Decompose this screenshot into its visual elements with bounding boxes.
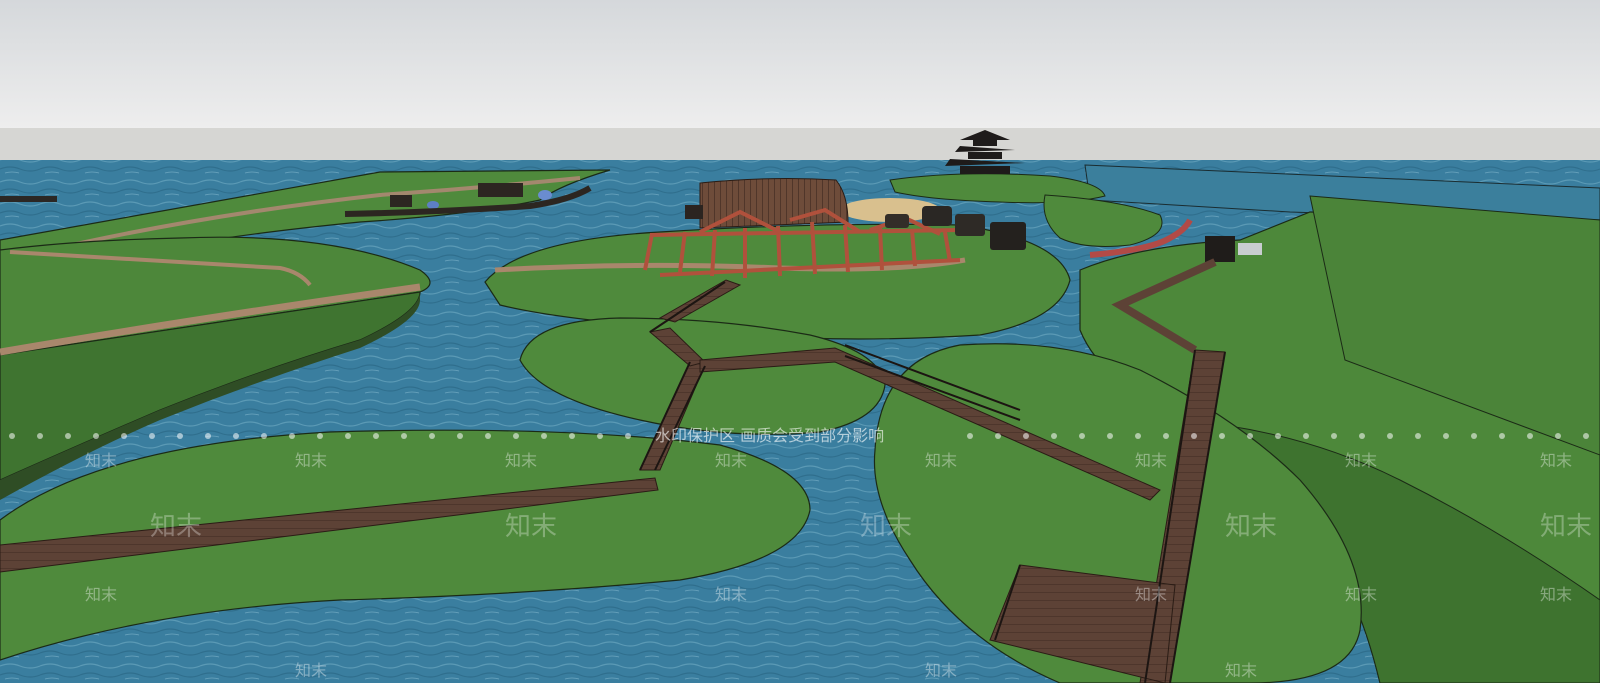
watermark-mark: 知末 bbox=[1345, 451, 1377, 470]
pavilion-gable bbox=[685, 205, 703, 219]
watermark-mark-large: 知末 bbox=[1225, 512, 1277, 542]
far-left-building bbox=[478, 183, 523, 197]
right-gate-sign bbox=[1238, 243, 1262, 255]
left-edge-object bbox=[0, 196, 57, 202]
watermark-mark: 知末 bbox=[715, 585, 747, 604]
watermark-mark: 知末 bbox=[295, 451, 327, 470]
cluster-building-2 bbox=[955, 214, 985, 236]
sky bbox=[0, 0, 1600, 130]
cluster-building-1 bbox=[922, 206, 952, 226]
watermark-mark: 知末 bbox=[85, 451, 117, 470]
watermark-mark-large: 知末 bbox=[150, 512, 202, 542]
cluster-building-3 bbox=[990, 222, 1026, 250]
watermark-mark: 知末 bbox=[925, 451, 957, 470]
watermark-mark: 知末 bbox=[1540, 451, 1572, 470]
cluster-building-4 bbox=[885, 214, 909, 228]
watermark-notice: 水印保护区 画质会受到部分影响 bbox=[655, 426, 884, 445]
blue-dome-1 bbox=[427, 201, 439, 209]
watermark-mark: 知末 bbox=[925, 661, 957, 680]
watermark-mark: 知末 bbox=[505, 451, 537, 470]
watermark-mark: 知末 bbox=[1345, 585, 1377, 604]
watermark-mark: 知末 bbox=[295, 661, 327, 680]
right-gate bbox=[1205, 236, 1235, 262]
blue-dome-2 bbox=[538, 190, 552, 200]
watermark-mark: 知末 bbox=[715, 451, 747, 470]
watermark-mark-large: 知末 bbox=[860, 512, 912, 542]
watermark-mark: 知末 bbox=[1540, 585, 1572, 604]
watermark-mark: 知末 bbox=[1135, 585, 1167, 604]
far-left-hut bbox=[390, 195, 412, 207]
watermark-mark: 知末 bbox=[1225, 661, 1257, 680]
watermark-mark-large: 知末 bbox=[505, 512, 557, 542]
watermark-mark: 知末 bbox=[1135, 451, 1167, 470]
watermark-mark-large: 知末 bbox=[1540, 512, 1592, 542]
watermark-mark: 知末 bbox=[85, 585, 117, 604]
sketchup-park-model-view: 水印保护区 画质会受到部分影响 知末 知末 知末 知末 知末 知末 知末 知末 … bbox=[0, 0, 1600, 683]
